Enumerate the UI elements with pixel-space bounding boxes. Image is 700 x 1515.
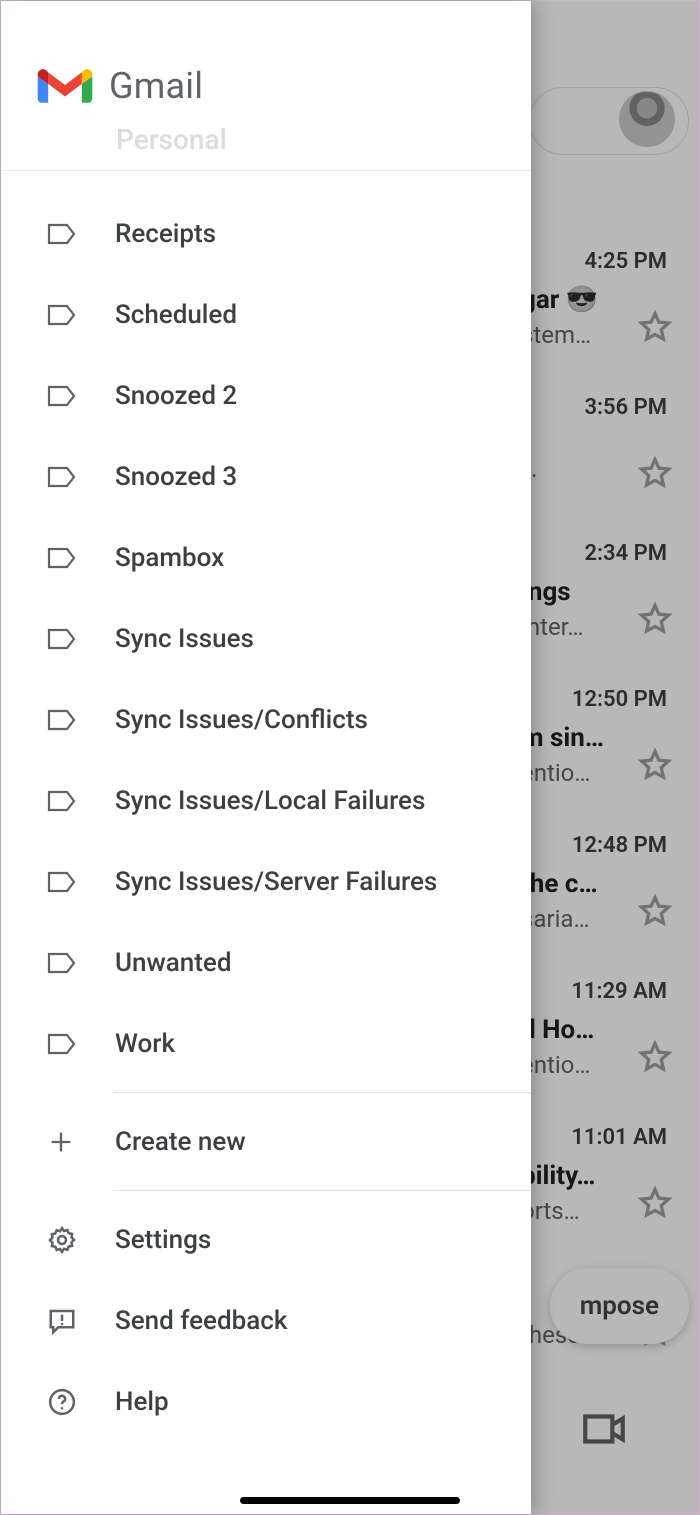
drawer-item-label: Work <box>115 1029 175 1059</box>
drawer-item-label: Sync Issues/Local Failures <box>115 786 425 816</box>
drawer-item-label: Snoozed 2 <box>115 381 237 411</box>
drawer-item-label: Sync Issues <box>115 624 254 654</box>
gmail-logo-icon <box>37 65 93 107</box>
label-sync-conflicts[interactable]: Sync Issues/Conflicts <box>1 679 531 760</box>
label-icon <box>47 384 77 408</box>
label-icon <box>47 222 77 246</box>
label-icon <box>47 1032 77 1056</box>
send-feedback[interactable]: Send feedback <box>1 1280 531 1361</box>
label-unwanted[interactable]: Unwanted <box>1 922 531 1003</box>
label-icon <box>47 546 77 570</box>
drawer-item-label: Settings <box>115 1225 211 1255</box>
drawer-item-label: Scheduled <box>115 300 237 330</box>
label-snoozed-2[interactable]: Snoozed 2 <box>1 355 531 436</box>
app-title: Gmail <box>109 65 203 107</box>
gear-icon <box>47 1225 77 1255</box>
divider <box>113 1092 531 1093</box>
label-snoozed-3[interactable]: Snoozed 3 <box>1 436 531 517</box>
drawer-item-label: Receipts <box>115 219 216 249</box>
drawer-item-label: Create new <box>115 1127 246 1157</box>
drawer-item-label: Unwanted <box>115 948 232 978</box>
label-scheduled[interactable]: Scheduled <box>1 274 531 355</box>
plus-icon <box>47 1128 75 1156</box>
help[interactable]: Help <box>1 1361 531 1442</box>
help-icon <box>47 1387 77 1417</box>
create-new-label[interactable]: Create new <box>1 1101 531 1182</box>
divider <box>113 1190 531 1191</box>
drawer-item-label: Sync Issues/Server Failures <box>115 867 437 897</box>
drawer-header: Gmail <box>1 1 531 171</box>
ghost-label: Personal <box>116 123 227 156</box>
drawer-item-label: Help <box>115 1387 169 1417</box>
navigation-drawer[interactable]: Gmail Personal Receipts Scheduled Snooze… <box>1 1 531 1514</box>
label-icon <box>47 465 77 489</box>
label-icon <box>47 303 77 327</box>
label-work[interactable]: Work <box>1 1003 531 1084</box>
label-icon <box>47 870 77 894</box>
label-sync-local-failures[interactable]: Sync Issues/Local Failures <box>1 760 531 841</box>
settings[interactable]: Settings <box>1 1199 531 1280</box>
label-spambox[interactable]: Spambox <box>1 517 531 598</box>
drawer-item-label: Sync Issues/Conflicts <box>115 705 368 735</box>
label-receipts[interactable]: Receipts <box>1 193 531 274</box>
drawer-item-label: Spambox <box>115 543 224 573</box>
label-sync-issues[interactable]: Sync Issues <box>1 598 531 679</box>
label-icon <box>47 627 77 651</box>
label-icon <box>47 708 77 732</box>
drawer-item-label: Send feedback <box>115 1306 287 1336</box>
label-sync-server-failures[interactable]: Sync Issues/Server Failures <box>1 841 531 922</box>
home-indicator <box>240 1497 460 1504</box>
feedback-icon <box>47 1306 77 1336</box>
drawer-item-label: Snoozed 3 <box>115 462 237 492</box>
label-icon <box>47 951 77 975</box>
label-icon <box>47 789 77 813</box>
